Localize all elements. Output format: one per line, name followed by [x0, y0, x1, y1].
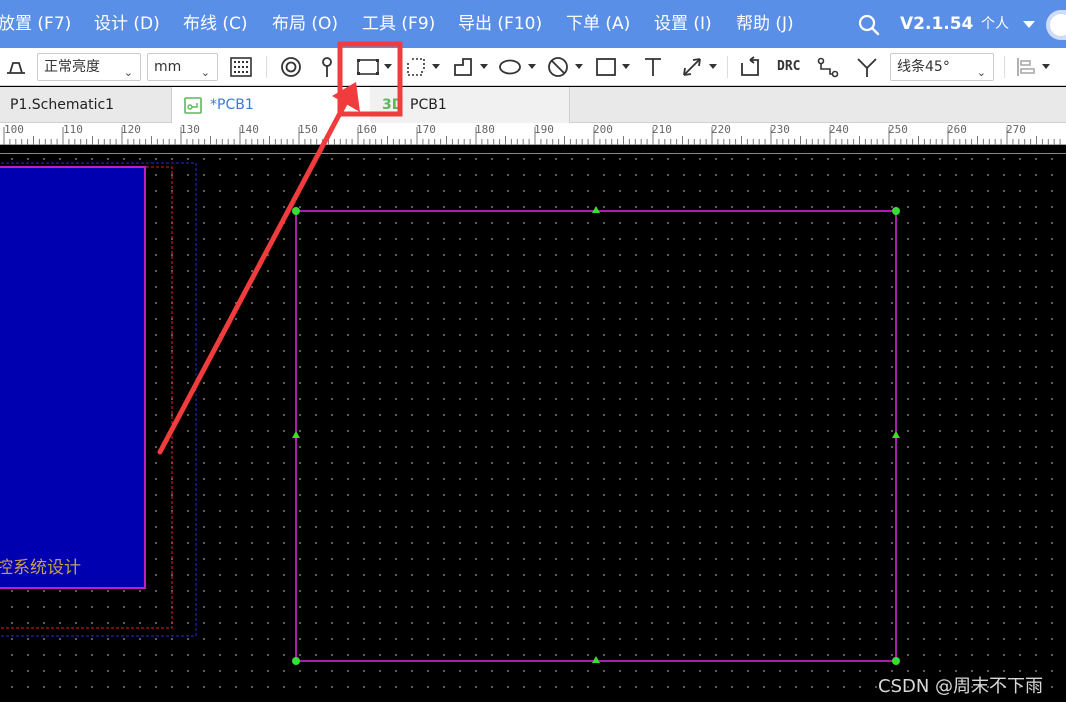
chevron-down-icon[interactable] — [622, 64, 630, 69]
chevron-down-icon[interactable] — [1023, 21, 1035, 28]
chevron-down-icon[interactable] — [1042, 64, 1050, 69]
chevron-down-icon[interactable] — [575, 64, 583, 69]
route-angle-icon[interactable] — [855, 55, 879, 79]
user-menu[interactable]: 个人 — [981, 0, 1009, 48]
menu-layout[interactable]: 布局 (O) — [272, 0, 338, 48]
ruler-label: 230 — [770, 123, 790, 136]
toggle-knob[interactable] — [1050, 14, 1066, 36]
dimension-icon[interactable] — [680, 55, 704, 79]
ellipse-icon[interactable] — [498, 55, 522, 79]
chevron-down-icon: ⌄ — [123, 66, 133, 79]
chevron-down-icon[interactable] — [480, 64, 488, 69]
pin-icon[interactable] — [315, 55, 339, 79]
tab-schematic[interactable]: P1.Schematic1 — [0, 87, 172, 123]
region-dashed-icon[interactable] — [404, 55, 428, 79]
chevron-down-icon[interactable] — [340, 101, 350, 107]
menu-design[interactable]: 设计 (D) — [94, 0, 160, 48]
3d-icon: 3D — [382, 97, 404, 113]
ruler-label: 120 — [121, 123, 141, 136]
tab-bar: P1.Schematic1 *PCB1 PCB1 3D — [0, 87, 1066, 123]
tab-schematic-label: P1.Schematic1 — [10, 97, 115, 113]
tab-3d-label: PCB1 — [410, 97, 447, 113]
polyline-icon[interactable] — [451, 55, 475, 79]
watermark: CSDN @周末不下雨 — [878, 676, 1044, 697]
brightness-value: 正常亮度 — [44, 59, 100, 75]
toolbar-divider — [727, 56, 728, 78]
ruler-label: 110 — [63, 123, 83, 136]
unit-select[interactable]: mm ⌄ — [147, 53, 218, 81]
route-angle-value: 线条45° — [897, 59, 950, 75]
via-icon[interactable] — [279, 55, 303, 79]
chevron-down-icon[interactable] — [384, 64, 392, 69]
toolbar-divider — [1004, 56, 1005, 78]
brightness-select[interactable]: 正常亮度 ⌄ — [37, 53, 141, 81]
no-connect-icon[interactable] — [546, 55, 570, 79]
menu-place[interactable]: 放置 (F7) — [0, 0, 71, 48]
canvas-origin-line — [0, 153, 1066, 154]
ruler-label: 190 — [534, 123, 554, 136]
chevron-down-icon: ⌄ — [200, 66, 210, 79]
menu-settings[interactable]: 设置 (I) — [654, 0, 712, 48]
menu-help[interactable]: 帮助 (J) — [736, 0, 794, 48]
cross-probe-icon[interactable] — [738, 55, 762, 79]
menu-export[interactable]: 导出 (F10) — [458, 0, 542, 48]
pcb-canvas[interactable] — [0, 145, 1066, 702]
grid-icon[interactable] — [229, 55, 253, 79]
chevron-down-icon[interactable] — [432, 64, 440, 69]
search-icon[interactable] — [858, 14, 880, 36]
ruler-label: 270 — [1006, 123, 1026, 136]
menu-order[interactable]: 下单 (A) — [566, 0, 630, 48]
ruler-label: 220 — [711, 123, 731, 136]
horizontal-ruler[interactable]: 100 110 120 130 140 150 160 170 180 190 … — [0, 123, 1066, 145]
unit-value: mm — [154, 59, 182, 75]
rectangle-icon[interactable] — [594, 55, 618, 79]
text-icon[interactable] — [641, 55, 665, 79]
ruler-label: 240 — [829, 123, 849, 136]
menubar: 放置 (F7) 设计 (D) 布线 (C) 布局 (O) 工具 (F9) 导出 … — [0, 0, 1066, 48]
chevron-down-icon[interactable] — [709, 64, 717, 69]
pcb-doc-icon — [184, 97, 202, 114]
menu-route[interactable]: 布线 (C) — [183, 0, 248, 48]
toolbar-divider — [266, 56, 267, 78]
ruler-label: 140 — [239, 123, 259, 136]
drc-button[interactable]: DRC — [777, 59, 800, 74]
ruler-label: 200 — [593, 123, 613, 136]
ruler-label: 210 — [652, 123, 672, 136]
ruler-label: 150 — [298, 123, 318, 136]
ruler-label: 160 — [357, 123, 377, 136]
route-angle-select[interactable]: 线条45° ⌄ — [890, 53, 994, 81]
route-track-icon[interactable] — [816, 55, 840, 79]
ruler-label: 100 — [4, 123, 24, 136]
tab-pcb1-label: *PCB1 — [210, 97, 254, 113]
version-label: V2.1.54 — [900, 14, 974, 34]
layer-icon[interactable] — [4, 55, 28, 79]
board-outline-rect-icon[interactable] — [356, 55, 380, 79]
ruler-label: 180 — [475, 123, 495, 136]
ruler-label: 170 — [416, 123, 436, 136]
toolbar: 正常亮度 ⌄ mm ⌄ DRC 线条45° ⌄ — [0, 48, 1066, 86]
ruler-label: 130 — [180, 123, 200, 136]
chevron-down-icon[interactable] — [528, 64, 536, 69]
align-left-icon[interactable] — [1014, 55, 1038, 79]
ruler-label: 260 — [947, 123, 967, 136]
menu-tools[interactable]: 工具 (F9) — [362, 0, 435, 48]
ruler-label: 250 — [888, 123, 908, 136]
chevron-down-icon: ⌄ — [976, 66, 986, 79]
